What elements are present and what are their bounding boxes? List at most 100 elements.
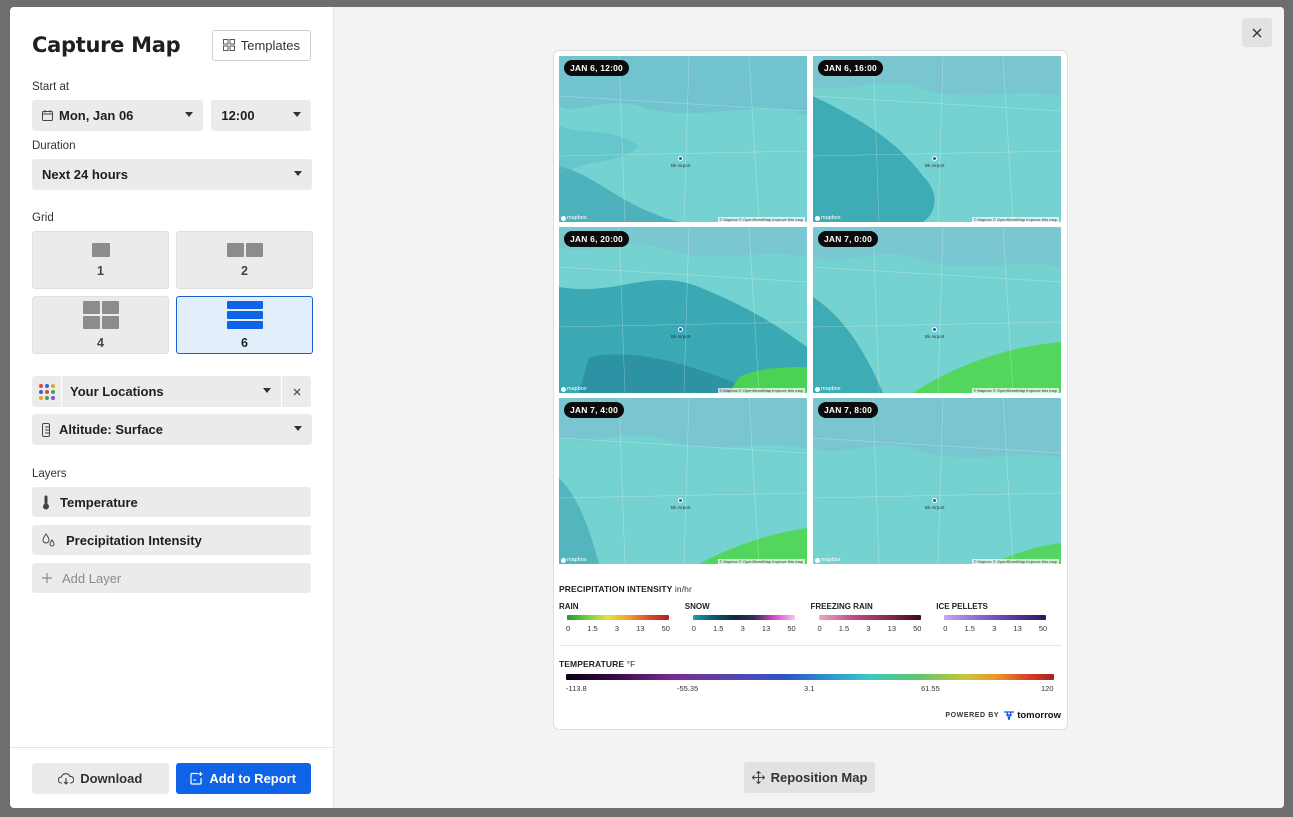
locations-select[interactable]: Your Locations [62, 376, 281, 407]
start-date-select[interactable]: Mon, Jan 06 [32, 100, 204, 131]
start-label: Start at [32, 81, 70, 93]
temperature-ticks: -113.8 -55.35 3.1 61.55 120 [566, 684, 1054, 693]
freezing-rain-color-bar [818, 615, 921, 620]
location-pin-label: Bk Airport [671, 163, 691, 168]
four-panel-icon [82, 300, 119, 329]
layer-temperature[interactable]: Temperature [32, 487, 311, 517]
location-pin [932, 156, 937, 161]
move-icon [751, 771, 765, 784]
reposition-map-button[interactable]: Reposition Map [744, 762, 875, 793]
legend-type-name: RAIN [559, 602, 579, 611]
map-timestamp: JAN 7, 4:00 [564, 402, 625, 418]
close-icon [1252, 28, 1262, 37]
sidebar-footer: Download Add to Report [10, 747, 333, 808]
duration-label: Duration [32, 140, 76, 152]
legend-snow: SNOW 0 1.5 3 13 50 [685, 602, 811, 633]
reposition-label: Reposition Map [770, 770, 868, 785]
locations-value: Your Locations [70, 384, 164, 399]
altitude-icon [42, 422, 50, 437]
start-time-select[interactable]: 12:00 [211, 100, 311, 131]
precip-types: RAIN 0 1.5 3 13 50 SNOW 0 1.5 3 13 50 FR… [559, 602, 1062, 633]
download-button[interactable]: Download [32, 763, 169, 794]
legend-type-name: SNOW [684, 602, 710, 611]
six-panel-icon [226, 300, 263, 329]
ice-pellets-color-bar [944, 615, 1047, 620]
droplets-icon [42, 533, 55, 547]
layer-label: Precipitation Intensity [66, 532, 202, 548]
location-pin [678, 156, 683, 161]
tomorrow-logo: tomorrow [1003, 710, 1061, 721]
temp-legend-title: TEMPERATURE °F [559, 659, 636, 669]
add-layer-button[interactable]: Add Layer [32, 563, 311, 593]
map-timestamp: JAN 6, 20:00 [564, 231, 629, 247]
map-timestamp: JAN 6, 12:00 [564, 60, 629, 76]
plus-icon [42, 573, 52, 583]
mapbox-logo: mapbox [815, 386, 841, 392]
mapbox-logo: mapbox [815, 557, 841, 563]
legend-type-name: ICE PELLETS [936, 602, 988, 611]
grid-option-4[interactable]: 4 [32, 296, 169, 354]
snow-color-bar [692, 615, 795, 620]
legend-ticks: 0 1.5 3 13 50 [566, 624, 670, 633]
map-timestamp: JAN 6, 16:00 [818, 60, 883, 76]
templates-button[interactable]: Templates [211, 29, 311, 61]
calendar-icon [42, 110, 53, 121]
page-title: Capture Map [32, 33, 181, 57]
start-time-value: 12:00 [221, 108, 255, 123]
templates-label: Templates [240, 37, 300, 53]
legend-freezing-rain: FREEZING RAIN 0 1.5 3 13 50 [811, 602, 937, 633]
location-pin-label: Bk Airport [925, 163, 945, 168]
map-panel-3: JAN 6, 20:00 Bk Airport mapbox © Mapbox … [559, 227, 807, 393]
grid-option-2[interactable]: 2 [176, 231, 313, 289]
precip-legend-title: PRECIPITATION INTENSITY in/hr [559, 584, 692, 594]
mapbox-logo: mapbox [561, 386, 587, 392]
tomorrow-logo-icon [1004, 710, 1015, 720]
grid-options: 1 2 4 6 [32, 231, 313, 354]
location-pin-label: Bk Airport [671, 505, 691, 510]
powered-by-label: POWERED BY [945, 712, 1000, 719]
legend-divider [559, 645, 1062, 646]
grid-label: Grid [32, 212, 54, 224]
map-panel-6: JAN 7, 8:00 Bk Airport mapbox © Mapbox ©… [813, 398, 1061, 564]
altitude-select[interactable]: Altitude: Surface [32, 414, 312, 445]
layer-precipitation-intensity[interactable]: Precipitation Intensity [32, 525, 311, 555]
add-to-report-button[interactable]: Add to Report [175, 763, 311, 794]
grid-option-label: 2 [241, 263, 248, 278]
layers-label: Layers [32, 468, 67, 480]
report-add-icon [190, 772, 203, 785]
grid-option-1[interactable]: 1 [32, 231, 169, 289]
map-timestamp: JAN 7, 8:00 [818, 402, 879, 418]
clear-locations-button[interactable] [281, 376, 311, 407]
location-pin [678, 327, 683, 332]
close-button[interactable] [1242, 18, 1272, 47]
layer-label: Temperature [60, 494, 138, 510]
map-attribution: © Mapbox © OpenStreetMap Improve this ma… [717, 388, 805, 393]
duration-value: Next 24 hours [42, 167, 128, 182]
location-pin-label: Bk Airport [671, 334, 691, 339]
single-panel-icon [91, 242, 110, 257]
grid-option-6[interactable]: 6 [176, 296, 313, 354]
preview-area: JAN 6, 12:00 Bk Airport mapbox © Mapbox … [334, 7, 1284, 808]
grid-option-label: 1 [97, 263, 104, 278]
map-panel-5: JAN 7, 4:00 Bk Airport mapbox © Mapbox ©… [559, 398, 807, 564]
add-to-report-label: Add to Report [209, 771, 297, 786]
thermometer-icon [43, 495, 49, 509]
download-label: Download [80, 771, 143, 786]
two-panel-icon [226, 242, 263, 257]
map-attribution: © Mapbox © OpenStreetMap Improve this ma… [717, 217, 805, 222]
legend-ticks: 0 1.5 3 13 50 [943, 624, 1048, 633]
map-panel-2: JAN 6, 16:00 Bk Airport mapbox © Mapbox … [813, 56, 1061, 222]
start-date-value: Mon, Jan 06 [59, 108, 134, 123]
map-attribution: © Mapbox © OpenStreetMap Improve this ma… [971, 217, 1059, 222]
location-pin [932, 498, 937, 503]
map-timestamp: JAN 7, 0:00 [818, 231, 879, 247]
map-panel-4: JAN 7, 0:00 Bk Airport mapbox © Mapbox ©… [813, 227, 1061, 393]
chevron-down-icon [294, 426, 302, 431]
chevron-down-icon [263, 388, 271, 393]
duration-select[interactable]: Next 24 hours [32, 159, 312, 190]
map-attribution: © Mapbox © OpenStreetMap Improve this ma… [717, 559, 805, 564]
legend-ice-pellets: ICE PELLETS 0 1.5 3 13 50 [936, 602, 1062, 633]
map-panel-1: JAN 6, 12:00 Bk Airport mapbox © Mapbox … [559, 56, 807, 222]
location-pin-label: Bk Airport [925, 505, 945, 510]
grid-icon [222, 39, 235, 51]
